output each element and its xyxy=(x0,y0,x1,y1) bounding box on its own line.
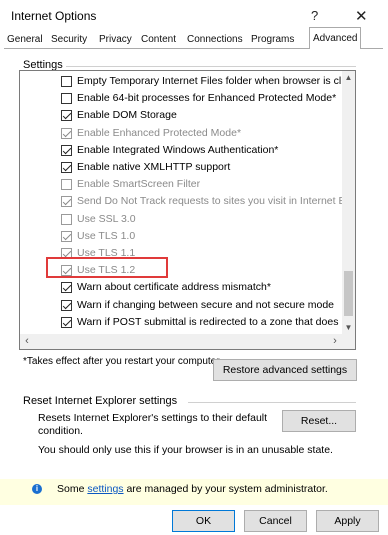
reset-description: Resets Internet Explorer's settings to t… xyxy=(38,412,268,437)
reset-button[interactable]: Reset... xyxy=(282,410,356,432)
settings-list-item[interactable]: Enable 64-bit processes for Enhanced Pro… xyxy=(20,92,342,106)
setting-label: Enable 64-bit processes for Enhanced Pro… xyxy=(77,92,337,105)
highlight-box xyxy=(46,257,168,278)
apply-button[interactable]: Apply xyxy=(316,510,379,532)
setting-label: Enable DOM Storage xyxy=(77,109,177,122)
settings-list-item[interactable]: Use SSL 3.0 xyxy=(20,212,342,227)
tab-security[interactable]: Security xyxy=(49,31,89,48)
settings-list-item[interactable]: Warn if POST submittal is redirected to … xyxy=(20,315,342,330)
scroll-up-icon[interactable]: ▲ xyxy=(342,71,355,84)
setting-label: Enable native XMLHTTP support xyxy=(77,161,231,173)
restart-note: *Takes effect after you restart your com… xyxy=(23,356,220,367)
setting-label: Use SSL 3.0 xyxy=(77,212,136,225)
settings-list-item[interactable]: Empty Temporary Internet Files folder wh… xyxy=(20,75,342,89)
settings-list-item[interactable]: Send Do Not Track requests to sites you … xyxy=(20,195,342,209)
setting-checkbox[interactable] xyxy=(61,299,72,311)
settings-list-items: Empty Temporary Internet Files folder wh… xyxy=(20,71,342,334)
setting-checkbox[interactable] xyxy=(61,179,72,191)
horizontal-scrollbar[interactable]: ‹ › xyxy=(20,334,342,349)
reset-warning: You should only use this if your browser… xyxy=(38,444,333,456)
reset-group-divider xyxy=(188,402,356,403)
tab-content[interactable]: Content xyxy=(139,31,178,48)
setting-label: Enable Integrated Windows Authentication… xyxy=(77,143,279,156)
settings-list-item[interactable]: Warn about certificate address mismatch* xyxy=(20,281,342,295)
settings-group-divider xyxy=(66,66,356,67)
setting-checkbox[interactable] xyxy=(61,196,72,208)
setting-checkbox[interactable] xyxy=(61,110,72,122)
info-message: Some settings are managed by your system… xyxy=(57,483,328,495)
window-title: Internet Options xyxy=(11,9,97,23)
scroll-down-icon[interactable]: ▼ xyxy=(342,321,355,334)
tab-connections[interactable]: Connections xyxy=(185,31,245,48)
settings-list[interactable]: Empty Temporary Internet Files folder wh… xyxy=(19,70,356,350)
vertical-scrollbar[interactable]: ▲ ▼ xyxy=(342,71,355,334)
setting-label: Warn if changing between secure and not … xyxy=(77,298,335,311)
setting-label: Warn about certificate address mismatch* xyxy=(77,281,271,294)
settings-list-item[interactable]: Enable native XMLHTTP support xyxy=(20,161,342,175)
settings-list-item[interactable]: Use TLS 1.0 xyxy=(20,229,342,244)
setting-checkbox[interactable] xyxy=(61,76,72,87)
setting-checkbox[interactable] xyxy=(61,144,72,156)
tab-programs[interactable]: Programs xyxy=(249,31,296,48)
setting-label: Enable Enhanced Protected Mode* xyxy=(77,126,242,139)
tab-privacy[interactable]: Privacy xyxy=(97,31,134,48)
setting-checkbox[interactable] xyxy=(61,213,72,225)
close-button[interactable]: ✕ xyxy=(355,7,368,25)
settings-list-item[interactable]: Enable Integrated Windows Authentication… xyxy=(20,143,342,158)
scroll-thumb[interactable] xyxy=(344,271,353,316)
tab-advanced[interactable]: Advanced xyxy=(309,27,362,49)
settings-list-item[interactable]: Enable DOM Storage xyxy=(20,109,342,123)
setting-checkbox[interactable] xyxy=(61,282,72,294)
settings-list-item[interactable]: Enable SmartScreen Filter xyxy=(20,178,342,192)
setting-checkbox[interactable] xyxy=(61,162,72,173)
ok-button[interactable]: OK xyxy=(172,510,235,532)
settings-link[interactable]: settings xyxy=(87,483,123,495)
setting-checkbox[interactable] xyxy=(61,316,72,328)
setting-label: Warn if POST submittal is redirected to … xyxy=(77,315,342,328)
restore-advanced-settings-button[interactable]: Restore advanced settings xyxy=(213,359,357,381)
setting-checkbox[interactable] xyxy=(61,230,72,242)
setting-checkbox[interactable] xyxy=(61,127,72,139)
settings-list-item[interactable]: Warn if changing between secure and not … xyxy=(20,298,342,313)
settings-list-item[interactable]: Enable Enhanced Protected Mode* xyxy=(20,126,342,141)
tab-general[interactable]: General xyxy=(5,31,45,48)
setting-label: Enable SmartScreen Filter xyxy=(77,178,201,191)
help-button[interactable]: ? xyxy=(311,8,318,23)
cancel-button[interactable]: Cancel xyxy=(244,510,307,532)
reset-group-label: Reset Internet Explorer settings xyxy=(23,395,178,407)
setting-checkbox[interactable] xyxy=(61,93,72,105)
scroll-right-icon[interactable]: › xyxy=(328,334,342,349)
setting-label: Send Do Not Track requests to sites you … xyxy=(77,195,342,208)
info-icon: i xyxy=(32,484,42,494)
setting-label: Use TLS 1.0 xyxy=(77,229,136,242)
setting-label: Empty Temporary Internet Files folder wh… xyxy=(77,75,342,87)
scroll-left-icon[interactable]: ‹ xyxy=(20,334,34,349)
scrollbar-corner xyxy=(342,334,355,349)
info-text-before: Some xyxy=(57,483,88,495)
info-text-after: are managed by your system administrator… xyxy=(123,483,328,495)
